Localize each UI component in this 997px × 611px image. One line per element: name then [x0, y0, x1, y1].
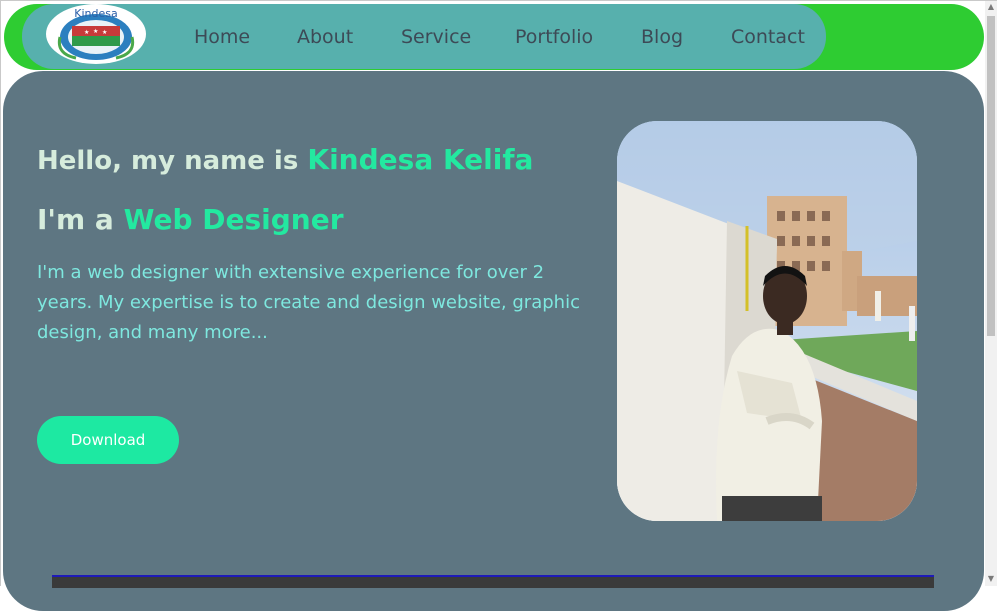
scrollbar-thumb[interactable]: [987, 16, 995, 336]
nav-about[interactable]: About: [297, 26, 353, 48]
profile-photo-image: [617, 121, 917, 521]
hero-bio: I'm a web designer with extensive experi…: [37, 262, 580, 343]
download-button[interactable]: Download: [37, 416, 179, 464]
role-prefix: I'm a: [37, 203, 114, 236]
role-title: Web Designer: [123, 203, 344, 236]
nav-contact[interactable]: Contact: [731, 26, 805, 48]
greeting-text: Hello, my name is: [37, 146, 299, 176]
hero-role: I'm a Web Designer: [37, 203, 344, 236]
person-name: Kindesa Kelifa: [307, 143, 534, 176]
scroll-down-icon[interactable]: ▼: [985, 572, 997, 586]
nav-blog[interactable]: Blog: [641, 26, 683, 48]
nav-service[interactable]: Service: [401, 26, 471, 48]
nav-home[interactable]: Home: [194, 26, 250, 48]
logo-text: Kindesa: [74, 7, 117, 20]
hero-greeting: Hello, my name is Kindesa Kelifa: [37, 143, 533, 176]
site-logo[interactable]: Kindesa ★ ★ ★: [46, 4, 146, 64]
svg-text:★: ★: [93, 28, 98, 35]
nav-portfolio[interactable]: Portfolio: [515, 26, 593, 48]
scroll-up-icon[interactable]: ▲: [985, 0, 997, 14]
footer-edge: [52, 575, 934, 588]
svg-text:★: ★: [102, 29, 107, 36]
svg-text:★: ★: [84, 29, 89, 36]
profile-photo: [617, 121, 917, 521]
logo-emblem-icon: Kindesa ★ ★ ★: [48, 5, 144, 63]
